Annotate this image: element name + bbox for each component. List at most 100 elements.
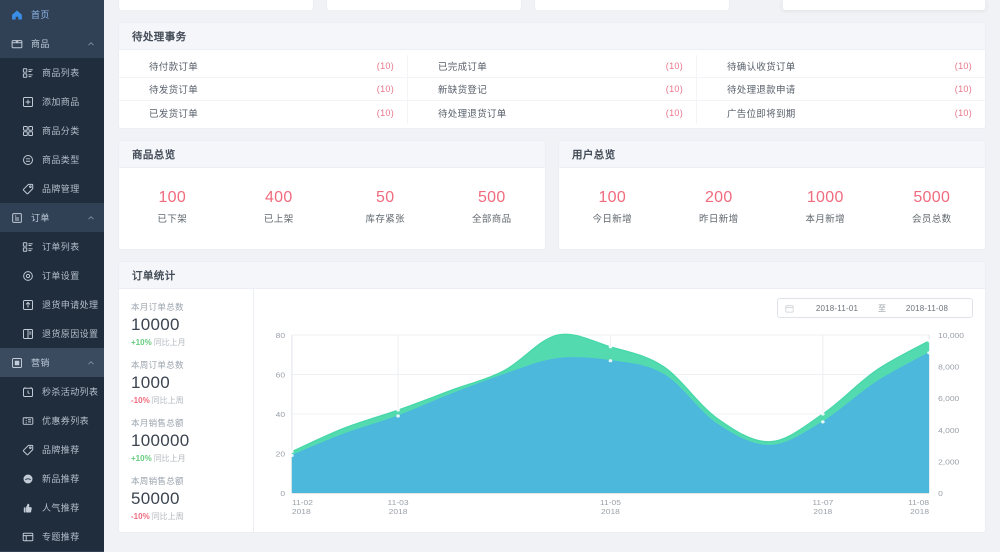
sidebar-item-label: 营销: [31, 358, 50, 368]
order-stat-block: 本周销售总额 50000 -10% 同比上周: [131, 475, 253, 522]
date-range-picker[interactable]: 2018-11-01 至 2018-11-08: [777, 298, 973, 318]
date-range-end[interactable]: 2018-11-08: [889, 304, 965, 313]
overview-cell[interactable]: 1000 本月新增: [772, 188, 879, 225]
pending-tasks-body: 待付款订单 (10) 已完成订单 (10) 待确认收货订单 (10) 待发货订单 (10) 新缺…: [119, 50, 985, 128]
return-box-icon: [21, 298, 34, 311]
goods-icon: [10, 37, 23, 50]
grid-icon: [21, 124, 34, 137]
pending-task-item[interactable]: 待处理退款申请 (10): [697, 78, 985, 101]
svg-text:2018: 2018: [389, 507, 408, 515]
list-icon: [21, 240, 34, 253]
sidebar-item-17[interactable]: 人气推荐: [0, 493, 104, 522]
pending-task-count: (10): [665, 84, 683, 94]
pending-task-count: (10): [954, 61, 972, 71]
chevron-up-icon[interactable]: [87, 359, 95, 367]
pending-task-label: 待处理退货订单: [438, 108, 507, 120]
svg-text:10,000: 10,000: [938, 331, 964, 339]
order-stat-title: 本月销售总额: [131, 418, 184, 428]
pending-tasks-title: 待处理事务: [119, 23, 985, 50]
svg-text:0: 0: [938, 489, 943, 497]
calendar-icon: [785, 304, 794, 313]
sidebar-item-12[interactable]: 营销: [0, 348, 104, 377]
top-card-3[interactable]: [534, 0, 730, 10]
top-card-4[interactable]: [782, 0, 986, 10]
chevron-up-icon[interactable]: [87, 40, 95, 48]
overview-cell[interactable]: 400 已上架: [226, 188, 333, 225]
sidebar-item-8[interactable]: 订单列表: [0, 232, 104, 261]
overview-cell[interactable]: 5000 会员总数: [879, 188, 986, 225]
pending-task-row: 待付款订单 (10) 已完成订单 (10) 待确认收货订单 (10): [119, 55, 985, 78]
pending-task-label: 待处理退款申请: [727, 85, 796, 96]
sidebar-item-6[interactable]: 品牌管理: [0, 174, 104, 203]
sidebar-item-label: 商品: [31, 39, 50, 49]
sidebar-item-3[interactable]: 添加商品: [0, 87, 104, 116]
clock-icon: [21, 385, 34, 398]
order-stat-delta: +10% 同比上月: [131, 337, 253, 348]
sidebar: 首页商品商品列表添加商品商品分类商品类型品牌管理订单 订单列表 订单设置 退货申请处理…: [0, 0, 104, 552]
sidebar-item-label: 秒杀活动列表: [42, 387, 99, 397]
pending-task-label: 待确认收货订单: [727, 62, 796, 73]
order-stats-body: 本月订单总数 10000 +10% 同比上月 本周订单总数 1000 -10% 同比上周 本月销…: [119, 289, 985, 532]
date-range-start[interactable]: 2018-11-01: [799, 304, 875, 313]
sidebar-item-5[interactable]: 商品类型: [0, 145, 104, 174]
sidebar-item-13[interactable]: 秒杀活动列表: [0, 377, 104, 406]
top-card-2[interactable]: [326, 0, 522, 10]
pending-task-item[interactable]: 待确认收货订单 (10): [697, 55, 985, 78]
sidebar-item-label: 首页: [31, 10, 50, 20]
sidebar-item-label: 商品列表: [42, 68, 80, 78]
pending-task-item[interactable]: 待处理退货订单 (10): [408, 101, 697, 124]
sidebar-item-4[interactable]: 商品分类: [0, 116, 104, 145]
sidebar-item-label: 品牌管理: [42, 184, 80, 194]
order-stat-value: 10000: [131, 315, 180, 334]
order-stat-delta-value: +10%: [131, 338, 152, 347]
pending-task-item[interactable]: 待发货订单 (10): [119, 78, 408, 101]
svg-text:11-03: 11-03: [388, 498, 410, 506]
sidebar-item-14[interactable]: 优惠券列表: [0, 406, 104, 435]
pending-task-label: 广告位即将到期: [727, 108, 796, 120]
pending-task-item[interactable]: 已发货订单 (10): [119, 101, 408, 124]
order-stat-value: 50000: [131, 489, 180, 508]
overview-cell[interactable]: 100 已下架: [119, 188, 226, 225]
pending-task-item[interactable]: 新缺货登记 (10): [408, 78, 697, 101]
order-stat-delta-value: -10%: [131, 512, 150, 521]
sidebar-item-9[interactable]: 订单设置: [0, 261, 104, 290]
svg-text:11-07: 11-07: [812, 498, 834, 506]
sidebar-item-0[interactable]: 首页: [0, 0, 104, 29]
sidebar-item-18[interactable]: 专题推荐: [0, 522, 104, 551]
pending-task-item[interactable]: 广告位即将到期 (10): [697, 101, 985, 124]
sidebar-item-2[interactable]: 商品列表: [0, 58, 104, 87]
svg-text:4,000: 4,000: [938, 426, 960, 434]
overview-label: 昨日新增: [698, 214, 739, 225]
product-overview-title: 商品总览: [119, 141, 545, 168]
order-stat-title: 本周销售总额: [131, 476, 184, 486]
order-stat-compare: 同比上周: [151, 396, 184, 405]
svg-text:2018: 2018: [910, 507, 929, 515]
overview-value: 500: [477, 189, 506, 206]
sidebar-item-label: 添加商品: [42, 97, 80, 107]
top-card-1[interactable]: [118, 0, 314, 10]
user-overview-body: 100 今日新增 200 昨日新增 1000 本月新增 5000 会员总数: [559, 168, 985, 249]
sidebar-item-label: 商品类型: [42, 155, 80, 165]
pending-task-count: (10): [954, 84, 972, 94]
sidebar-item-11[interactable]: 退货原因设置: [0, 319, 104, 348]
overview-cell[interactable]: 50 库存紧张: [332, 188, 439, 225]
sidebar-item-1[interactable]: 商品: [0, 29, 104, 58]
tag-icon: [21, 443, 34, 456]
chevron-up-icon[interactable]: [87, 214, 95, 222]
pending-task-count: (10): [665, 107, 683, 118]
overview-cell[interactable]: 200 昨日新增: [666, 188, 773, 225]
pending-task-item[interactable]: 已完成订单 (10): [408, 55, 697, 78]
order-stat-block: 本月销售总额 100000 +10% 同比上月: [131, 417, 253, 464]
overview-cell[interactable]: 100 今日新增: [559, 188, 666, 225]
sidebar-item-10[interactable]: 退货申请处理: [0, 290, 104, 319]
pending-task-item[interactable]: 待付款订单 (10): [119, 55, 408, 78]
pending-task-count: (10): [376, 61, 394, 71]
sidebar-item-label: 优惠券列表: [42, 416, 90, 426]
order-stat-title: 本周订单总数: [131, 360, 184, 370]
sidebar-item-15[interactable]: 品牌推荐: [0, 435, 104, 464]
sidebar-item-16[interactable]: 新品推荐: [0, 464, 104, 493]
overview-cell[interactable]: 500 全部商品: [439, 188, 546, 225]
svg-text:2018: 2018: [292, 507, 311, 515]
order-stat-delta-value: +10%: [131, 454, 152, 463]
sidebar-item-7[interactable]: 订单: [0, 203, 104, 232]
